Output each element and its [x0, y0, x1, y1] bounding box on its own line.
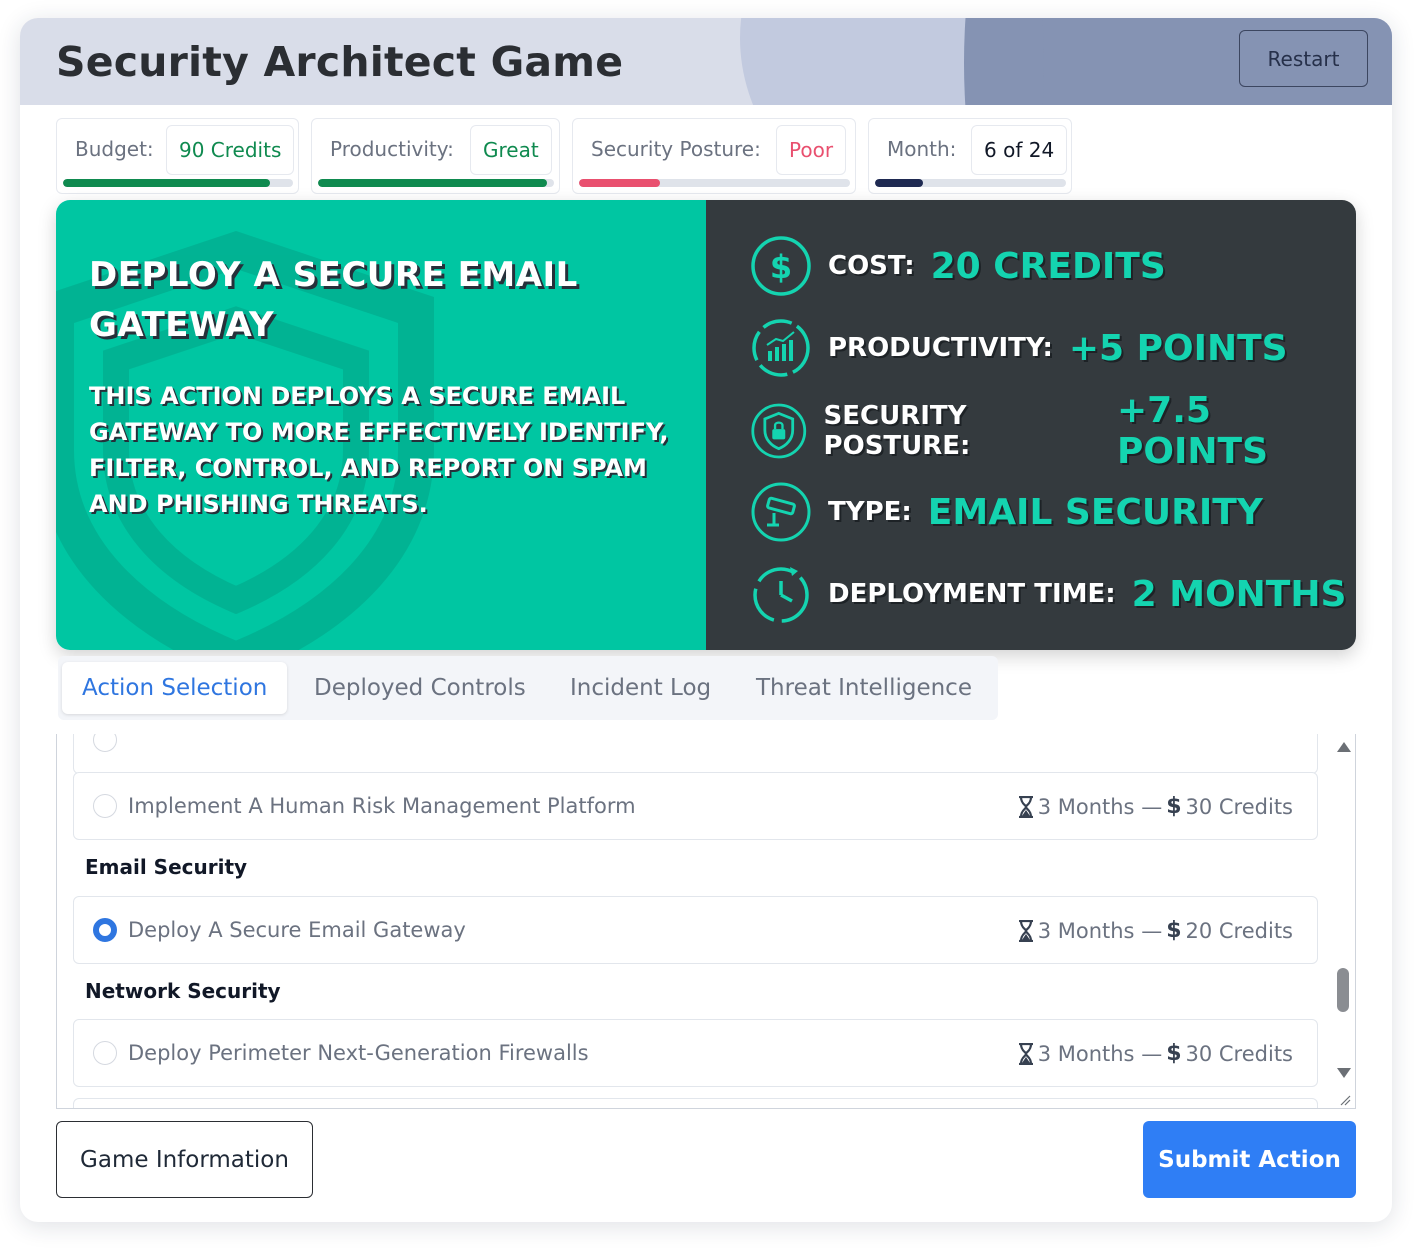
- group-heading-network-security: Network Security: [85, 979, 281, 1003]
- productivity-attr-value: +5 Points: [1068, 327, 1288, 369]
- budget-stat: Budget: 90 Credits: [56, 118, 299, 194]
- action-cost: 30 Credits: [1185, 794, 1294, 819]
- action-duration: 3 Months: [1037, 794, 1135, 819]
- security-posture-bar: [579, 179, 850, 187]
- page-title: Security Architect Game: [56, 38, 624, 86]
- cost-label: Cost:: [828, 251, 915, 281]
- action-description: This action deploys a secure email gatew…: [89, 382, 669, 518]
- productivity-attribute: Productivity: +5 Points: [750, 316, 1288, 380]
- game-card: Security Architect Game Restart Budget: …: [20, 18, 1392, 1222]
- productivity-chart-icon: [752, 319, 810, 377]
- dollar-icon: $: [1166, 1041, 1182, 1066]
- month-stat: Month: 6 of 24: [868, 118, 1072, 194]
- action-name: Deploy A Secure Email Gateway: [128, 918, 466, 942]
- cctv-camera-icon: [751, 482, 811, 542]
- dollar-icon: $: [1166, 794, 1182, 819]
- scroll-down-arrow-icon[interactable]: [1337, 1068, 1351, 1078]
- scrollbar[interactable]: [1333, 734, 1355, 1108]
- tab-action-selection[interactable]: Action Selection: [62, 662, 288, 714]
- clock-icon: [753, 567, 809, 623]
- productivity-attr-label: Productivity:: [828, 333, 1053, 363]
- security-posture-value: Poor: [776, 125, 847, 175]
- radio-button[interactable]: [93, 1041, 117, 1065]
- hourglass-icon: [1018, 795, 1033, 818]
- action-separator: —: [1141, 918, 1163, 943]
- tab-deployed-controls[interactable]: Deployed Controls: [294, 662, 546, 714]
- list-item[interactable]: Implement A Human Risk Management Platfo…: [73, 772, 1318, 840]
- type-attribute: Type: Email Security: [750, 480, 1263, 544]
- security-posture-stat: Security Posture: Poor: [572, 118, 856, 194]
- productivity-bar: [318, 179, 554, 187]
- tab-threat-intelligence[interactable]: Threat Intelligence: [736, 662, 992, 714]
- month-value: 6 of 24: [971, 125, 1068, 175]
- list-item[interactable]: Deploy Perimeter Next-Generation Firewal…: [73, 1019, 1318, 1087]
- list-item-partial[interactable]: [73, 734, 1318, 774]
- action-name: Deploy Perimeter Next-Generation Firewal…: [128, 1041, 589, 1065]
- budget-label: Budget:: [75, 137, 154, 161]
- action-name: Implement A Human Risk Management Platfo…: [128, 794, 636, 818]
- month-bar: [875, 179, 1066, 187]
- security-shield-lock-icon: [751, 403, 807, 459]
- action-cost: 20 Credits: [1185, 918, 1294, 943]
- action-summary-panel: Deploy a Secure Email Gateway This actio…: [56, 200, 706, 650]
- dollar-circle-icon: $: [751, 236, 811, 296]
- cost-attribute: $ Cost: 20 Credits: [750, 234, 1166, 298]
- type-attr-label: Type:: [828, 497, 912, 527]
- productivity-value: Great: [470, 125, 552, 175]
- action-cost: 30 Credits: [1185, 1041, 1294, 1066]
- dollar-icon: $: [1166, 918, 1182, 943]
- cost-value: 20 Credits: [930, 245, 1166, 287]
- action-card: Deploy a Secure Email Gateway This actio…: [56, 200, 1356, 650]
- action-duration: 3 Months: [1037, 918, 1135, 943]
- svg-text:$: $: [770, 248, 792, 286]
- deployment-time-attribute: Deployment Time: 2 Months: [750, 562, 1346, 626]
- action-title: Deploy a Secure Email Gateway: [89, 255, 578, 345]
- time-attr-value: 2 Months: [1131, 573, 1347, 615]
- tab-incident-log[interactable]: Incident Log: [550, 662, 731, 714]
- submit-action-button[interactable]: Submit Action: [1143, 1121, 1356, 1198]
- resize-grip-icon[interactable]: [1339, 1094, 1351, 1106]
- scroll-up-arrow-icon[interactable]: [1337, 742, 1351, 752]
- time-attr-label: Deployment Time:: [828, 579, 1116, 609]
- action-list[interactable]: Implement A Human Risk Management Platfo…: [56, 734, 1356, 1109]
- security-posture-label: Security Posture:: [591, 137, 761, 161]
- list-item-partial[interactable]: [73, 1098, 1318, 1108]
- game-information-button[interactable]: Game Information: [56, 1121, 313, 1198]
- hourglass-icon: [1018, 1042, 1033, 1065]
- action-details-panel: $ Cost: 20 Credits Productivity: +5 Poin…: [706, 200, 1356, 650]
- budget-value: 90 Credits: [166, 125, 295, 175]
- budget-bar: [63, 179, 293, 187]
- action-separator: —: [1141, 794, 1163, 819]
- group-heading-email-security: Email Security: [85, 855, 248, 879]
- scroll-thumb[interactable]: [1337, 968, 1349, 1012]
- header: Security Architect Game Restart: [20, 18, 1392, 105]
- hourglass-icon: [1018, 919, 1033, 942]
- productivity-stat: Productivity: Great: [311, 118, 560, 194]
- month-label: Month:: [887, 137, 957, 161]
- productivity-label: Productivity:: [330, 137, 454, 161]
- tab-bar: Action Selection Deployed Controls Incid…: [58, 656, 998, 720]
- action-meta: 3 Months — $20 Credits: [1018, 918, 1293, 943]
- list-item-selected[interactable]: Deploy A Secure Email Gateway 3 Months —…: [73, 896, 1318, 964]
- security-attr-label: Security Posture:: [823, 401, 971, 461]
- security-attr-value: +7.5 Points: [1117, 390, 1268, 472]
- radio-button[interactable]: [93, 734, 117, 752]
- restart-button[interactable]: Restart: [1239, 30, 1368, 87]
- radio-button-checked[interactable]: [93, 918, 117, 942]
- radio-button[interactable]: [93, 794, 117, 818]
- security-attribute: Security Posture: +7.5 Points: [750, 390, 1356, 472]
- action-duration: 3 Months: [1037, 1041, 1135, 1066]
- type-attr-value: Email Security: [927, 491, 1263, 533]
- action-meta: 3 Months — $30 Credits: [1018, 794, 1293, 819]
- action-separator: —: [1141, 1041, 1163, 1066]
- action-meta: 3 Months — $30 Credits: [1018, 1041, 1293, 1066]
